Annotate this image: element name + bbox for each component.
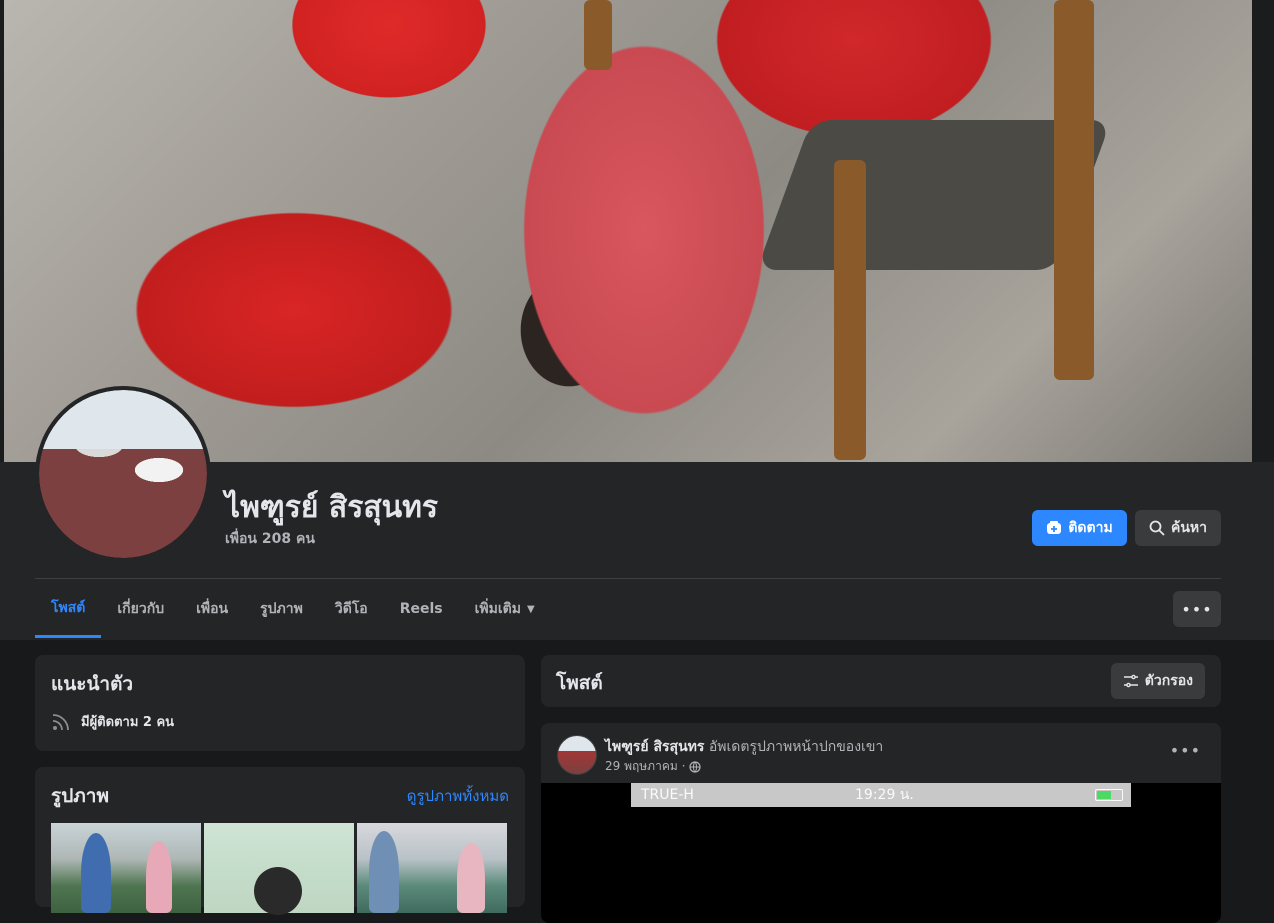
follow-button[interactable]: ติดตาม xyxy=(1032,510,1127,546)
tab-more-label: เพิ่มเติม xyxy=(474,601,521,617)
tab-friends[interactable]: เพื่อน xyxy=(180,580,244,638)
see-all-photos-link[interactable]: ดูรูปภาพทั้งหมด xyxy=(407,784,509,808)
posts-title: โพสต์ xyxy=(556,672,603,694)
photo-thumbnail[interactable] xyxy=(51,823,201,913)
followers-row: มีผู้ติดตาม 2 คน xyxy=(51,711,174,732)
cover-chair-arm xyxy=(584,0,612,70)
filter-label: ตัวกรอง xyxy=(1144,673,1193,689)
globe-icon xyxy=(689,760,701,773)
photos-title: รูปภาพ xyxy=(51,785,109,807)
photo-person xyxy=(457,843,485,913)
post-options-icon[interactable]: ••• xyxy=(1170,741,1201,760)
carrier-text: TRUE-H xyxy=(641,787,694,803)
statusbar-time: 19:29 น. xyxy=(855,787,914,803)
filter-button[interactable]: ตัวกรอง xyxy=(1110,663,1205,699)
battery-level xyxy=(1097,791,1111,799)
post-card: ไพฑูรย์ สิรสุนทร อัพเดตรูปภาพหน้าปกของเข… xyxy=(541,723,1221,923)
followers-text[interactable]: มีผู้ติดตาม 2 คน xyxy=(81,711,174,732)
tab-more[interactable]: เพิ่มเติม ▼ xyxy=(459,580,551,638)
tab-about[interactable]: เกี่ยวกับ xyxy=(101,580,180,638)
filter-icon xyxy=(1123,674,1138,688)
photo-person xyxy=(146,841,172,913)
phone-statusbar: TRUE-H 19:29 น. xyxy=(631,783,1131,807)
profile-name: ไพฑูรย์ สิรสุนทร xyxy=(225,490,439,525)
post-image[interactable]: TRUE-H 19:29 น. xyxy=(541,783,1221,923)
photo-thumbnail[interactable] xyxy=(357,823,507,913)
caret-down-icon: ▼ xyxy=(526,603,535,615)
posts-header-card: โพสต์ ตัวกรอง xyxy=(541,655,1221,707)
cover-chair-leg xyxy=(1054,0,1094,380)
tab-posts[interactable]: โพสต์ xyxy=(35,580,102,638)
tab-photos[interactable]: รูปภาพ xyxy=(244,580,319,638)
post-header-text: ไพฑูรย์ สิรสุนทร อัพเดตรูปภาพหน้าปกของเข… xyxy=(605,736,883,758)
cover-area xyxy=(0,0,1274,462)
search-label: ค้นหา xyxy=(1170,520,1208,536)
photo-person xyxy=(81,833,111,913)
cover-photo[interactable] xyxy=(4,0,1252,462)
intro-title: แนะนำตัว xyxy=(51,673,134,695)
photos-card: รูปภาพ ดูรูปภาพทั้งหมด xyxy=(35,767,525,915)
intro-card: แนะนำตัว มีผู้ติดตาม 2 คน xyxy=(35,655,525,751)
post-author-name[interactable]: ไพฑูรย์ สิรสุนทร xyxy=(605,739,704,755)
post-avatar[interactable] xyxy=(557,735,597,775)
post-meta: 29 พฤษภาคม · xyxy=(605,757,701,776)
profile-avatar[interactable] xyxy=(35,386,211,562)
photo-thumbnail[interactable] xyxy=(204,823,354,915)
post-date[interactable]: 29 พฤษภาคม · xyxy=(605,757,685,776)
tab-reels[interactable]: Reels xyxy=(384,580,459,638)
avatar-image xyxy=(39,390,207,558)
battery-icon xyxy=(1095,789,1123,801)
friends-count[interactable]: เพื่อน 208 คน xyxy=(225,528,315,550)
rss-icon xyxy=(52,713,69,730)
search-button[interactable]: ค้นหา xyxy=(1135,510,1221,546)
header-divider xyxy=(35,578,1221,579)
post-action-text: อัพเดตรูปภาพหน้าปกของเขา xyxy=(708,739,884,755)
search-icon xyxy=(1149,520,1165,536)
follow-label: ติดตาม xyxy=(1068,520,1113,536)
ellipsis-icon: ••• xyxy=(1181,599,1213,619)
cover-chair-leg xyxy=(834,160,866,460)
follow-icon xyxy=(1047,521,1062,534)
tab-videos[interactable]: วิดีโอ xyxy=(319,580,384,638)
photo-person xyxy=(254,867,302,915)
profile-tabs: โพสต์ เกี่ยวกับ เพื่อน รูปภาพ วิดีโอ Ree… xyxy=(35,580,551,638)
more-options-button[interactable]: ••• xyxy=(1173,591,1221,627)
photo-person xyxy=(369,831,399,913)
